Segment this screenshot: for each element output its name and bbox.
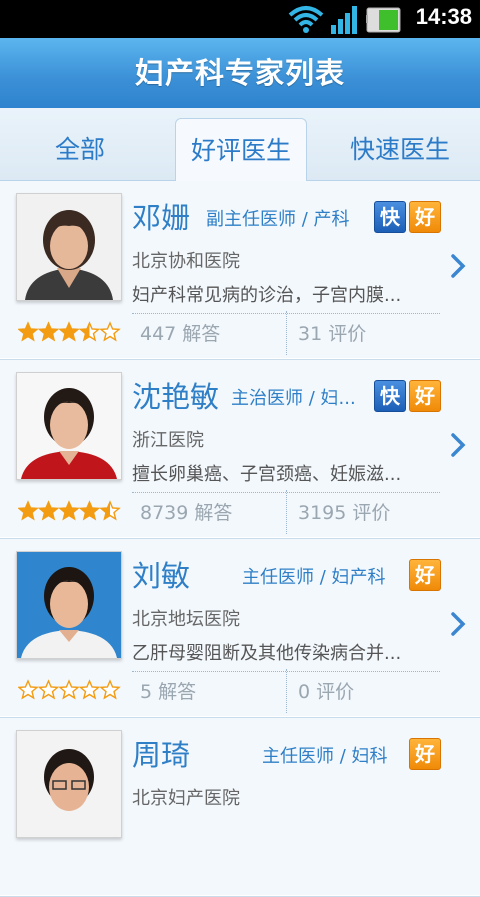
doctor-photo (16, 372, 122, 480)
answer-count: 8739 解答 (140, 502, 233, 524)
star-icon (99, 321, 121, 342)
fast-badge: 快 (374, 201, 406, 233)
signal-icon (331, 6, 357, 34)
hospital-name: 北京协和医院 (132, 251, 240, 272)
good-badge: 好 (409, 380, 441, 412)
star-icon (37, 321, 60, 342)
star-icon (58, 500, 80, 521)
doctor-card[interactable]: 邓姗 副主任医师 / 产科 快 好 北京协和医院 妇产科常见病的诊治，子宫内膜.… (0, 181, 480, 360)
star-icon (99, 679, 121, 700)
star-icon (78, 321, 101, 342)
status-time: 14:38 (415, 4, 472, 29)
wifi-icon (288, 6, 324, 33)
doctor-title: 副主任医师 / 产科 (206, 209, 350, 230)
stat-divider (286, 311, 287, 355)
review-count: 3195 评价 (298, 502, 391, 524)
doctor-title: 主任医师 / 妇科 (262, 746, 388, 767)
doctor-name: 周琦 (132, 738, 191, 772)
page-title: 妇产科专家列表 (134, 56, 345, 90)
doctor-list: 邓姗 副主任医师 / 产科 快 好 北京协和医院 妇产科常见病的诊治，子宫内膜.… (0, 181, 480, 897)
hospital-name: 北京妇产医院 (132, 788, 240, 809)
doctor-description: 妇产科常见病的诊治，子宫内膜... (132, 281, 440, 314)
review-count: 31 评价 (298, 323, 367, 345)
doctor-description: 乙肝母婴阻断及其他传染病合并... (132, 639, 440, 672)
star-icon (78, 679, 101, 700)
star-icon (99, 500, 121, 521)
tab-bar: 全部 好评医生 快速医生 (0, 108, 480, 181)
doctor-card[interactable]: 沈艳敏 主治医师 / 妇... 快 好 浙江医院 擅长卵巢癌、子宫颈癌、妊娠滋.… (0, 360, 480, 539)
stat-divider (286, 669, 287, 713)
doctor-photo (16, 193, 122, 301)
doctor-photo (16, 730, 122, 838)
stats-row: 5 解答 0 评价 (130, 669, 440, 713)
doctor-name: 刘敏 (132, 559, 191, 593)
star-icon (37, 679, 60, 700)
tab-fast-doctors[interactable]: 快速医生 (335, 118, 465, 180)
chevron-right-icon (451, 254, 466, 278)
good-badge: 好 (409, 738, 441, 770)
chevron-right-icon (451, 433, 466, 457)
stats-row: 447 解答 31 评价 (130, 311, 440, 355)
answer-count: 447 解答 (140, 323, 221, 345)
good-badge: 好 (409, 201, 441, 233)
good-badge: 好 (409, 559, 441, 591)
doctor-description: 擅长卵巢癌、子宫颈癌、妊娠滋... (132, 460, 440, 493)
rating-stars (17, 679, 122, 705)
answer-count: 5 解答 (140, 681, 197, 703)
tab-all[interactable]: 全部 (20, 118, 140, 180)
hospital-name: 北京地坛医院 (132, 609, 240, 630)
doctor-name: 沈艳敏 (132, 380, 220, 414)
star-icon (37, 500, 60, 521)
doctor-title: 主治医师 / 妇... (231, 388, 356, 409)
stats-row: 8739 解答 3195 评价 (130, 490, 440, 534)
title-bar: 妇产科专家列表 (0, 38, 480, 109)
star-icon (17, 679, 39, 700)
star-icon (78, 500, 101, 521)
fast-badge: 快 (374, 380, 406, 412)
tab-good-reviews[interactable]: 好评医生 (175, 118, 307, 181)
doctor-card[interactable]: 刘敏 主任医师 / 妇产科 好 北京地坛医院 乙肝母婴阻断及其他传染病合并...… (0, 539, 480, 718)
chevron-right-icon (451, 612, 466, 636)
star-icon (17, 321, 39, 342)
review-count: 0 评价 (298, 681, 355, 703)
doctor-name: 邓姗 (132, 201, 191, 235)
doctor-photo (16, 551, 122, 659)
rating-stars (17, 321, 122, 347)
hospital-name: 浙江医院 (132, 430, 204, 451)
star-icon (58, 679, 80, 700)
status-bar: 14:38 (0, 0, 480, 38)
star-icon (17, 500, 39, 521)
doctor-card[interactable]: 周琦 主任医师 / 妇科 好 北京妇产医院 (0, 718, 480, 897)
battery-icon (366, 7, 401, 33)
rating-stars (17, 500, 122, 526)
stat-divider (286, 490, 287, 534)
doctor-title: 主任医师 / 妇产科 (242, 567, 386, 588)
star-icon (58, 321, 80, 342)
